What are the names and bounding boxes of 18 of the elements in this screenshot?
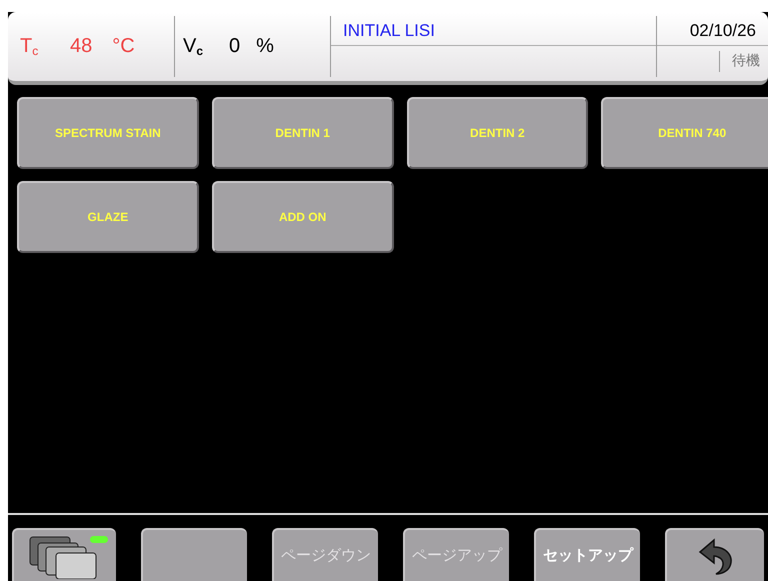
- program-button[interactable]: GLAZE: [17, 180, 199, 253]
- vacuum-label: V$_{c}$: [183, 34, 204, 60]
- vacuum-value: 0: [229, 34, 240, 60]
- program-button[interactable]: SPECTRUM STAIN: [17, 96, 199, 169]
- temperature-unit: °C: [112, 34, 135, 60]
- folders-button[interactable]: [12, 528, 116, 581]
- temperature-value: 48: [70, 34, 92, 60]
- program-name: INITIAL LISI: [343, 20, 435, 42]
- program-button[interactable]: ADD ON: [212, 180, 394, 253]
- program-button[interactable]: DENTIN 740: [601, 96, 768, 169]
- program-button[interactable]: DENTIN 1: [212, 96, 394, 169]
- status-text: 待機: [719, 50, 760, 72]
- vacuum-unit: %: [256, 34, 274, 60]
- date-text: 02/10/26: [690, 20, 756, 42]
- toolbar-button[interactable]: セットアップ: [534, 528, 640, 581]
- program-button[interactable]: DENTIN 2: [406, 96, 588, 169]
- back-button[interactable]: [665, 528, 764, 581]
- temperature-label: T$_{c}$: [20, 34, 40, 60]
